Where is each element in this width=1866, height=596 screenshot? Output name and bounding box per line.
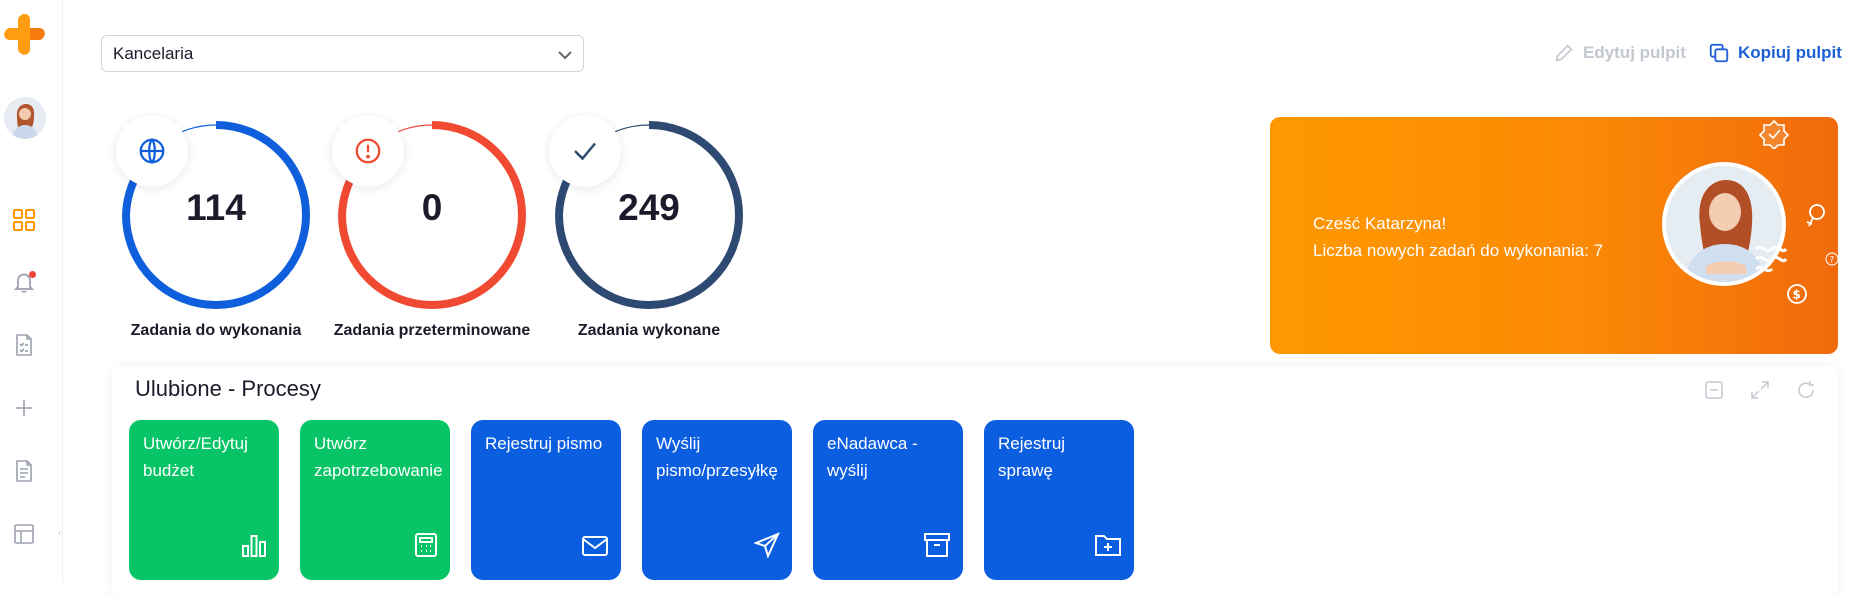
edit-dashboard-button[interactable]: Edytuj pulpit: [1553, 42, 1686, 64]
favorites-title: Ulubione - Procesy: [135, 376, 321, 401]
check-badge-deco-icon: [1758, 119, 1790, 149]
tile-enadawca[interactable]: eNadawca - wyślij: [813, 420, 963, 580]
sidebar-item-documents[interactable]: [0, 451, 48, 491]
minimize-icon: [1705, 381, 1723, 399]
alert-badge: [332, 115, 404, 187]
globe-badge: [116, 115, 188, 187]
tasks-icon: [16, 334, 32, 356]
tasks-overdue-count: 0: [421, 187, 443, 228]
document-icon: [16, 460, 32, 482]
sidebar-item-notifications[interactable]: [0, 262, 48, 302]
folder-plus-icon: [1095, 535, 1121, 556]
wave-deco-icon: [1754, 245, 1788, 273]
layout-icon: [14, 524, 34, 544]
dashboard-icon: [13, 209, 35, 231]
expand-icon: [1751, 381, 1769, 399]
tile-requisition[interactable]: Utwórz zapotrzebowanie: [300, 420, 450, 580]
question-deco-icon: ?: [1825, 252, 1838, 266]
chevron-down-icon: [558, 51, 572, 60]
tasks-done-count: 249: [618, 187, 680, 228]
greeting-card: Cześć Katarzyna! Liczba nowych zadań do …: [1270, 117, 1838, 354]
tasks-done-label: Zadania wykonane: [577, 322, 721, 339]
copy-dashboard-button[interactable]: Kopiuj pulpit: [1708, 42, 1842, 64]
tile-register-letter-label: Rejestruj pismo: [485, 434, 603, 453]
tile-send-letter-label: Wyślij pismo/przesyłkę: [656, 434, 778, 480]
alert-icon: [355, 138, 381, 164]
tile-register-letter[interactable]: Rejestruj pismo: [471, 420, 621, 580]
archive-icon: [924, 533, 950, 557]
bulb-deco-icon: [1806, 204, 1825, 227]
sidebar: ‹: [0, 0, 63, 583]
tile-send-letter[interactable]: Wyślij pismo/przesyłkę: [642, 420, 792, 580]
send-icon: [754, 532, 780, 558]
pencil-icon: [1555, 44, 1573, 62]
expand-button[interactable]: [1748, 378, 1772, 402]
calculator-icon: [415, 533, 437, 557]
minimize-button[interactable]: [1702, 378, 1726, 402]
svg-text:?: ?: [1830, 256, 1835, 266]
dashboard-select-value: Kancelaria: [113, 43, 194, 63]
greeting-text: Cześć Katarzyna! Liczba nowych zadań do …: [1313, 210, 1603, 264]
tile-budget[interactable]: Utwórz/Edytuj budżet: [129, 420, 279, 580]
coin-deco-icon: $: [1787, 284, 1807, 304]
tile-budget-label: Utwórz/Edytuj budżet: [143, 434, 248, 480]
sidebar-item-add[interactable]: [0, 388, 48, 428]
collapse-arrow-icon[interactable]: ‹: [58, 528, 61, 539]
copy-dashboard-label: Kopiuj pulpit: [1738, 43, 1842, 62]
copy-icon: [1709, 43, 1729, 63]
globe-icon: [139, 138, 165, 164]
sidebar-item-layout[interactable]: [0, 514, 48, 554]
user-avatar[interactable]: [4, 97, 46, 139]
check-badge: [549, 115, 621, 187]
tasks-todo-count: 114: [186, 187, 246, 228]
tile-requisition-label: Utwórz zapotrzebowanie: [314, 434, 443, 480]
tile-register-case-label: Rejestruj sprawę: [998, 434, 1066, 480]
plus-icon: [16, 400, 32, 416]
greeting-line: Cześć Katarzyna!: [1313, 214, 1447, 233]
svg-text:$: $: [1793, 288, 1801, 302]
notification-badge: [29, 271, 36, 278]
sidebar-item-tasks[interactable]: [0, 325, 48, 365]
tile-register-case[interactable]: Rejestruj sprawę: [984, 420, 1134, 580]
mail-icon: [582, 536, 608, 556]
refresh-icon: [1798, 381, 1814, 398]
edit-dashboard-label: Edytuj pulpit: [1583, 43, 1686, 62]
tile-enadawca-label: eNadawca - wyślij: [827, 434, 918, 480]
new-tasks-line: Liczba nowych zadań do wykonania: 7: [1313, 241, 1604, 260]
sidebar-item-dashboard[interactable]: [0, 200, 48, 240]
dashboard-select[interactable]: Kancelaria: [101, 35, 584, 72]
plus-logo-icon[interactable]: [2, 12, 48, 58]
refresh-button[interactable]: [1794, 378, 1818, 402]
bar-chart-icon: [242, 535, 266, 557]
check-icon: [574, 142, 596, 161]
